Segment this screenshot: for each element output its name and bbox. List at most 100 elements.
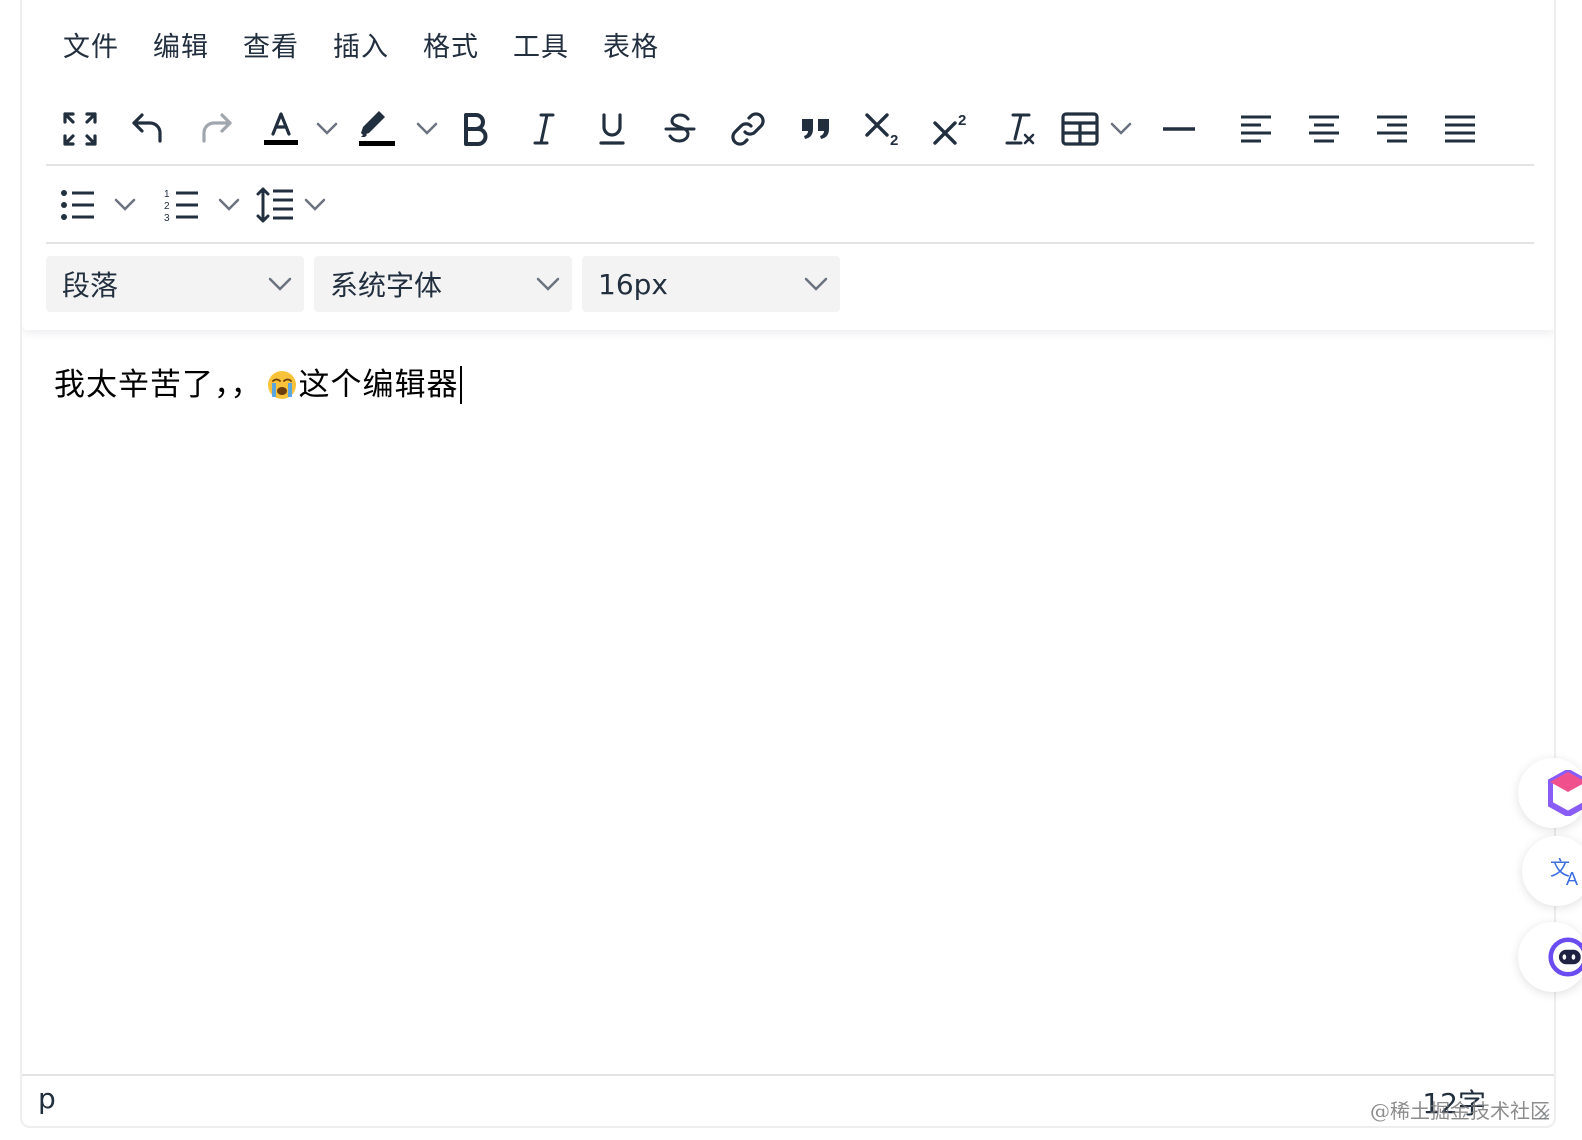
bullet-list-dropdown[interactable] — [110, 177, 140, 233]
svg-text:2: 2 — [890, 132, 898, 147]
line-height-dropdown[interactable] — [300, 177, 330, 233]
blockquote-button[interactable] — [782, 101, 850, 157]
menu-file[interactable]: 文件 — [46, 24, 136, 72]
chevron-down-icon — [218, 198, 240, 211]
svg-text:2: 2 — [164, 201, 170, 212]
numbered-list-icon: 123 — [164, 189, 198, 223]
align-left-button[interactable] — [1222, 101, 1290, 157]
loudly-crying-face-icon — [267, 371, 296, 399]
highlight-button[interactable] — [342, 101, 412, 157]
svg-text:2: 2 — [958, 112, 966, 129]
svg-text:3: 3 — [164, 213, 170, 223]
toolbar-row-2: 123 — [46, 168, 1534, 244]
underline-button[interactable] — [578, 101, 646, 157]
align-right-button[interactable] — [1358, 101, 1426, 157]
chevron-down-icon — [304, 198, 326, 211]
bold-button[interactable] — [442, 101, 510, 157]
undo-icon — [132, 113, 162, 143]
align-left-icon — [1241, 115, 1271, 143]
bullet-list-icon — [61, 190, 94, 220]
chevron-down-icon — [316, 122, 338, 135]
subscript-button[interactable]: 2 — [850, 101, 918, 157]
align-center-button[interactable] — [1290, 101, 1358, 157]
menu-tools[interactable]: 工具 — [496, 24, 586, 72]
svg-text:1: 1 — [164, 189, 170, 200]
menu-table[interactable]: 表格 — [586, 24, 676, 72]
table-split — [1054, 101, 1136, 157]
table-button[interactable] — [1054, 101, 1106, 157]
chevron-down-icon — [416, 122, 438, 135]
chevron-down-icon — [536, 277, 560, 291]
bullet-list-split — [46, 177, 140, 233]
highlighter-icon — [359, 111, 395, 146]
undo-button[interactable] — [114, 101, 182, 157]
menu-edit[interactable]: 编辑 — [136, 24, 226, 72]
line-height-icon — [256, 187, 293, 223]
strikethrough-button[interactable] — [646, 101, 714, 157]
toolbar-row-1: 2 2 — [46, 94, 1534, 166]
assistant-face-icon — [1548, 937, 1582, 977]
svg-text:A: A — [1566, 869, 1578, 889]
horizontal-line-icon — [1163, 127, 1195, 131]
chevron-down-icon — [804, 277, 828, 291]
toolbar-row-3: 段落 系统字体 16px — [46, 254, 1534, 314]
align-center-icon — [1309, 115, 1339, 143]
italic-button[interactable] — [510, 101, 578, 157]
link-button[interactable] — [714, 101, 782, 157]
font-size-select[interactable]: 16px — [582, 256, 840, 312]
editor-header: 文件 编辑 查看 插入 格式 工具 表格 2 2 1 2 3 段落 系统字体 1… — [22, 0, 1554, 330]
text-color-dropdown[interactable] — [312, 101, 342, 157]
chevron-down-icon — [114, 198, 136, 211]
text-color-split — [250, 101, 342, 157]
horizontal-rule-button[interactable] — [1136, 101, 1222, 157]
table-icon — [1061, 112, 1099, 146]
align-justify-button[interactable] — [1426, 101, 1494, 157]
link-icon — [731, 112, 765, 146]
quote-icon — [802, 119, 829, 139]
text-color-button[interactable] — [250, 101, 312, 157]
numbered-list-button[interactable]: 123 — [150, 177, 214, 233]
line-height-split — [250, 177, 330, 233]
floating-app-button[interactable] — [1518, 758, 1582, 828]
font-family-value: 系统字体 — [330, 269, 443, 302]
numbered-list-split: 123 — [150, 177, 244, 233]
subscript-icon: 2 — [865, 113, 898, 147]
menu-format[interactable]: 格式 — [406, 24, 496, 72]
remove-format-button[interactable] — [986, 101, 1054, 157]
element-path[interactable]: p — [38, 1082, 56, 1115]
superscript-icon: 2 — [933, 112, 966, 145]
cube-logo-icon — [1548, 770, 1582, 816]
content-text-before: 我太辛苦了，， — [54, 367, 263, 403]
text-color-icon — [264, 112, 298, 145]
watermark: @稀土掘金技术社区 — [1370, 1099, 1550, 1123]
translate-icon: 文 A — [1550, 856, 1578, 889]
bullet-list-button[interactable] — [46, 177, 110, 233]
fullscreen-button[interactable] — [46, 101, 114, 157]
chevron-down-icon — [1110, 122, 1132, 135]
align-justify-icon — [1445, 115, 1475, 143]
content-text-after: 这个编辑器 — [298, 367, 459, 403]
menu-insert[interactable]: 插入 — [316, 24, 406, 72]
table-dropdown[interactable] — [1106, 101, 1136, 157]
redo-icon — [202, 113, 232, 143]
underline-icon — [599, 113, 625, 145]
chevron-down-icon — [268, 277, 292, 291]
font-size-value: 16px — [598, 267, 668, 301]
highlight-dropdown[interactable] — [412, 101, 442, 157]
strikethrough-icon — [664, 113, 696, 143]
line-height-button[interactable] — [250, 177, 300, 233]
redo-button[interactable] — [182, 101, 250, 157]
block-format-value: 段落 — [62, 269, 119, 302]
font-family-select[interactable]: 系统字体 — [314, 256, 572, 312]
menubar: 文件 编辑 查看 插入 格式 工具 表格 — [46, 24, 676, 72]
italic-icon — [533, 113, 555, 145]
superscript-button[interactable]: 2 — [918, 101, 986, 157]
block-format-select[interactable]: 段落 — [46, 256, 304, 312]
text-cursor — [459, 366, 462, 404]
editor-content[interactable]: 我太辛苦了，， 这个编辑器 — [54, 362, 462, 408]
bold-icon — [464, 113, 488, 146]
numbered-list-dropdown[interactable] — [214, 177, 244, 233]
highlight-split — [342, 101, 442, 157]
menu-view[interactable]: 查看 — [226, 24, 316, 72]
floating-assistant-button[interactable] — [1518, 922, 1582, 992]
